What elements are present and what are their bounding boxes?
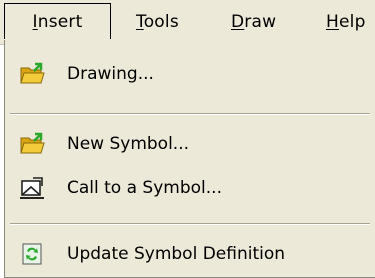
menu-item-label: Drawing... [67,64,154,84]
menu-tools-label: ools [143,12,179,32]
menu-item-update-symbol-definition[interactable]: Update Symbol Definition [5,232,375,276]
menu-item-label: New Symbol... [67,134,190,154]
menu-bar: Insert Tools Draw Help [0,0,375,45]
menu-item-label: Call to a Symbol... [67,178,222,198]
refresh-icon [19,242,47,266]
menu-separator [10,223,370,225]
menu-insert[interactable]: Insert [4,3,111,39]
insert-symbol-icon [19,176,47,200]
menu-insert-label: nsert [37,12,83,32]
menu-separator [10,113,370,115]
menu-item-drawing[interactable]: Drawing... [5,52,375,96]
folder-open-icon [19,62,47,86]
menu-help-label: elp [338,12,366,32]
menu-item-label: Update Symbol Definition [67,244,286,264]
menu-tools[interactable]: Tools [136,0,179,44]
menu-draw[interactable]: Draw [231,0,276,44]
menu-item-new-symbol[interactable]: New Symbol... [5,122,375,166]
folder-open-icon [19,132,47,156]
menu-tools-accel: T [136,12,144,32]
menu-draw-accel: D [231,12,245,32]
menu-help[interactable]: Help [326,0,366,44]
insert-dropdown-menu: Drawing... New Symbol... Call to a Symbo… [4,40,375,278]
menu-item-call-to-symbol[interactable]: Call to a Symbol... [5,166,375,210]
menu-help-accel: H [326,12,339,32]
menu-draw-label: raw [244,12,277,32]
